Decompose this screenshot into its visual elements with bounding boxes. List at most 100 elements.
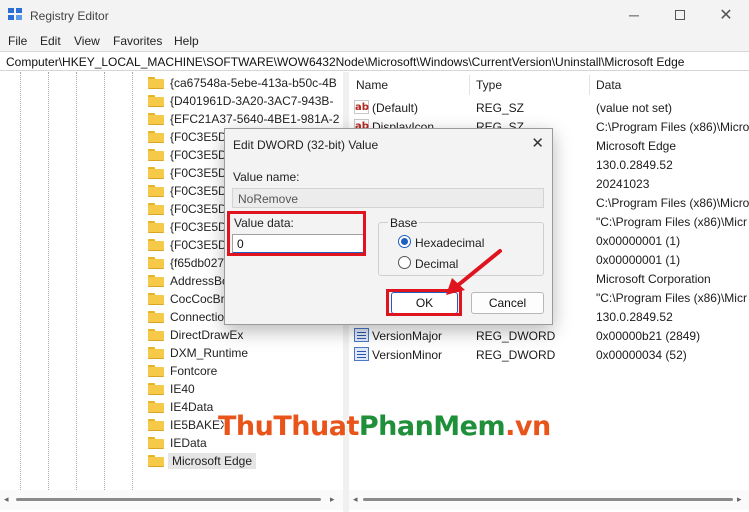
scroll-left-icon[interactable]: ◂ <box>4 494 9 505</box>
value-row[interactable]: VersionMinor REG_DWORD 0x00000034 (52) <box>349 345 749 364</box>
dialog-title: Edit DWORD (32-bit) Value <box>233 138 379 152</box>
dword-value-icon <box>354 347 369 361</box>
tree-item[interactable]: {F0C3E5D1 <box>148 182 233 200</box>
tree-horizontal-scrollbar[interactable]: ◂ ▸ <box>0 490 343 510</box>
tree-item-label: IE4Data <box>170 400 214 414</box>
close-button[interactable]: ✕ <box>703 0 749 30</box>
tree-item-label: IEData <box>170 436 207 450</box>
value-name: VersionMajor <box>372 329 443 343</box>
address-path[interactable]: Computer\HKEY_LOCAL_MACHINE\SOFTWARE\WOW… <box>6 55 684 69</box>
menu-edit[interactable]: Edit <box>40 34 61 48</box>
minimize-button[interactable]: ─ <box>611 0 657 30</box>
folder-icon <box>148 257 164 269</box>
tree-item-label: CocCocBr <box>170 292 225 306</box>
value-row[interactable]: VersionMajor REG_DWORD 0x00000b21 (2849) <box>349 326 749 345</box>
value-data: "C:\Program Files (x86)\Micr <box>596 291 747 305</box>
folder-icon <box>148 221 164 233</box>
column-header-name[interactable]: Name <box>356 78 388 92</box>
tree-item-label: DirectDrawEx <box>170 328 244 342</box>
tree-item[interactable]: DXM_Runtime <box>148 344 248 362</box>
tree-item-label: IE40 <box>170 382 195 396</box>
value-name: (Default) <box>372 101 419 115</box>
tree-item[interactable]: {f65db027 <box>148 254 224 272</box>
folder-icon <box>148 149 164 161</box>
menu-help[interactable]: Help <box>174 34 199 48</box>
menu-file[interactable]: File <box>8 34 27 48</box>
folder-icon <box>148 293 164 305</box>
tree-item[interactable]: IE5BAKEX <box>148 416 228 434</box>
tree-guide-line <box>104 72 105 490</box>
value-data: C:\Program Files (x86)\Micro <box>596 120 749 134</box>
folder-icon <box>148 365 164 377</box>
tree-item-label: Microsoft Edge <box>168 453 257 469</box>
tree-item[interactable]: {D401961D-3A20-3AC7-943B- <box>148 92 333 110</box>
tree-guide-line <box>48 72 49 490</box>
list-horizontal-scrollbar[interactable]: ◂ ▸ <box>349 490 749 510</box>
tree-item[interactable]: {ca67548a-5ebe-413a-b50c-4B <box>148 74 337 92</box>
window-title: Registry Editor <box>30 9 109 23</box>
folder-icon <box>148 185 164 197</box>
scroll-right-icon[interactable]: ▸ <box>330 494 335 505</box>
dialog-close-icon[interactable]: ✕ <box>531 134 544 152</box>
tree-item[interactable]: Microsoft Edge <box>148 452 257 470</box>
tree-item[interactable]: {F0C3E5D1 <box>148 164 233 182</box>
folder-icon <box>148 203 164 215</box>
string-value-icon: ab <box>354 100 369 114</box>
site-watermark: ThuThuatPhanMem.vn <box>218 411 551 442</box>
decimal-radio[interactable] <box>398 256 411 269</box>
value-type: REG_SZ <box>476 101 525 115</box>
folder-icon <box>148 383 164 395</box>
scrollbar-thumb[interactable] <box>363 498 733 501</box>
column-divider[interactable] <box>589 75 590 95</box>
cancel-button-label: Cancel <box>488 296 527 310</box>
folder-icon <box>148 239 164 251</box>
column-divider[interactable] <box>469 75 470 95</box>
value-data: 130.0.2849.52 <box>596 310 673 324</box>
tree-item[interactable]: CocCocBr <box>148 290 225 308</box>
minimize-icon: ─ <box>629 7 639 23</box>
tree-item[interactable]: {F0C3E5D1 <box>148 128 233 146</box>
tree-item[interactable]: {F0C3E5D1 <box>148 200 233 218</box>
tree-item[interactable]: {F0C3E5D1 <box>148 146 233 164</box>
scroll-left-icon[interactable]: ◂ <box>353 494 358 505</box>
red-arrow-annotation <box>446 249 502 295</box>
folder-icon <box>148 275 164 287</box>
folder-icon <box>148 113 164 125</box>
tree-item-label: {ca67548a-5ebe-413a-b50c-4B <box>170 76 337 90</box>
value-data: C:\Program Files (x86)\Micro <box>596 196 749 210</box>
maximize-button[interactable] <box>657 0 703 30</box>
menu-favorites[interactable]: Favorites <box>113 34 162 48</box>
menu-view[interactable]: View <box>74 34 100 48</box>
tree-guide-line <box>76 72 77 490</box>
tree-item[interactable]: {EFC21A37-5640-4BE1-981A-2 <box>148 110 339 128</box>
close-icon: ✕ <box>719 7 733 24</box>
title-bar: Registry Editor ─ ✕ <box>0 0 749 30</box>
tree-item[interactable]: IE4Data <box>148 398 213 416</box>
column-header-data[interactable]: Data <box>596 78 621 92</box>
watermark-part-1: ThuThuat <box>218 411 359 442</box>
column-header-type[interactable]: Type <box>476 78 502 92</box>
scroll-right-icon[interactable]: ▸ <box>737 494 742 505</box>
tree-item[interactable]: {F0C3E5D1 <box>148 236 233 254</box>
maximize-icon <box>675 10 685 20</box>
value-data: (value not set) <box>596 101 673 115</box>
value-type: REG_DWORD <box>476 348 556 362</box>
value-data: 0x00000001 (1) <box>596 234 681 248</box>
tree-item[interactable]: {F0C3E5D1 <box>148 218 233 236</box>
tree-item[interactable]: AddressBo <box>148 272 229 290</box>
tree-item[interactable]: IE40 <box>148 380 195 398</box>
tree-item[interactable]: IEData <box>148 434 207 452</box>
value-data: 130.0.2849.52 <box>596 158 673 172</box>
tree-item[interactable]: DirectDrawEx <box>148 326 243 344</box>
tree-item[interactable]: Fontcore <box>148 362 217 380</box>
hexadecimal-radio[interactable] <box>398 235 411 248</box>
scrollbar-thumb[interactable] <box>16 498 321 501</box>
value-row[interactable]: ab (Default) REG_SZ (value not set) <box>349 98 749 117</box>
address-bar[interactable]: Computer\HKEY_LOCAL_MACHINE\SOFTWARE\WOW… <box>0 51 749 71</box>
value-data: 0x00000034 (52) <box>596 348 687 362</box>
value-type: REG_DWORD <box>476 329 556 343</box>
folder-icon <box>148 311 164 323</box>
value-data: 0x00000b21 (2849) <box>596 329 701 343</box>
dword-value-icon <box>354 328 369 342</box>
folder-icon <box>148 95 164 107</box>
